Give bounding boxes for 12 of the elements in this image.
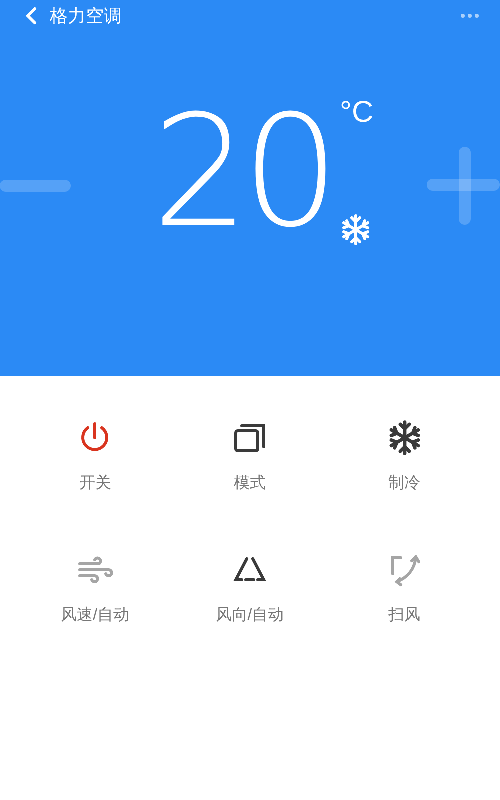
control-button[interactable]: 开关 bbox=[18, 416, 173, 500]
minus-icon[interactable] bbox=[0, 179, 72, 193]
plus-icon[interactable] bbox=[427, 147, 500, 225]
control-button[interactable]: 风向/自动 bbox=[172, 548, 328, 632]
snowflake-icon bbox=[340, 214, 372, 246]
temperature-value: 20 bbox=[152, 96, 332, 250]
more-icon[interactable] bbox=[460, 13, 480, 19]
back-icon[interactable] bbox=[24, 6, 38, 26]
page-title: 格力空调 bbox=[50, 4, 122, 28]
temperature-unit: °C bbox=[340, 98, 374, 128]
control-button[interactable]: 制冷 bbox=[327, 416, 482, 500]
control-button[interactable]: 模式 bbox=[172, 416, 328, 500]
